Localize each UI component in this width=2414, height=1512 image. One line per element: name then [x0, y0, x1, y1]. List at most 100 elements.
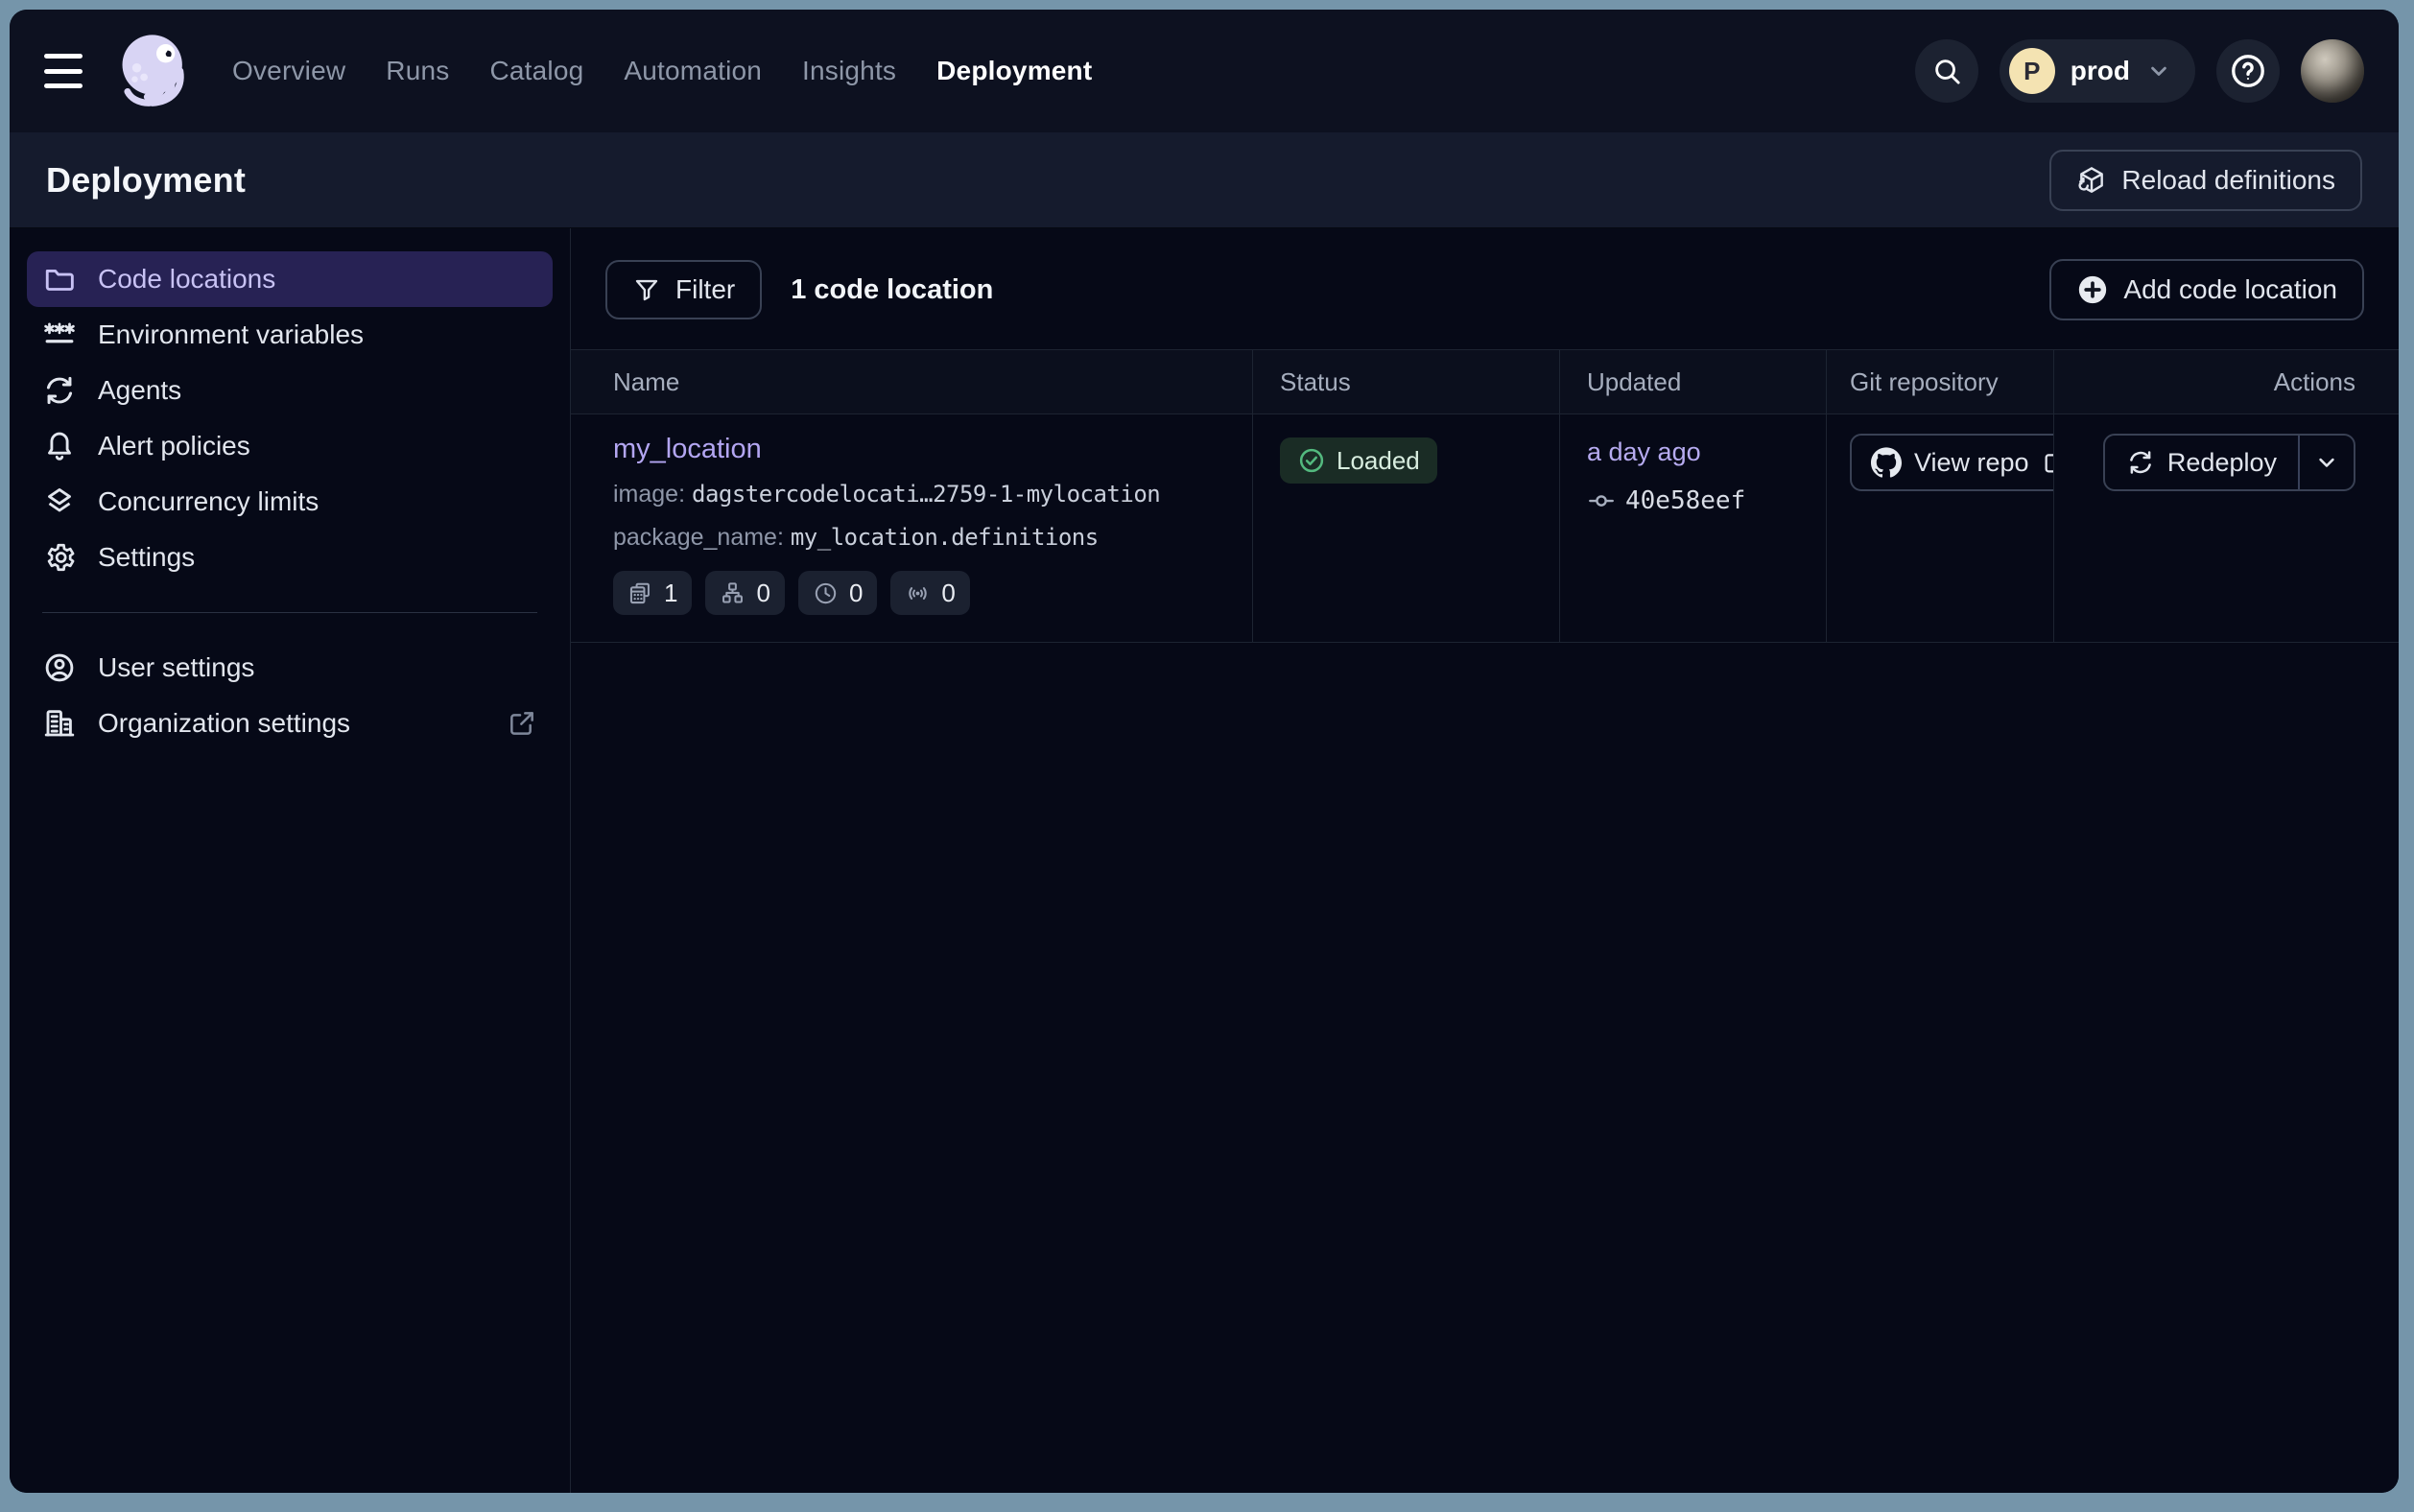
sidebar-item-user-settings[interactable]: User settings	[27, 640, 553, 696]
sensor-icon	[905, 580, 931, 606]
sidebar-item-label: Concurrency limits	[98, 486, 319, 517]
column-header-status: Status	[1253, 350, 1560, 413]
nav-links: Overview Runs Catalog Automation Insight…	[232, 56, 1092, 86]
updated-cell: a day ago 40e58eef	[1560, 414, 1827, 642]
commit-hash: 40e58eef	[1625, 486, 1745, 515]
layers-icon	[42, 484, 77, 519]
reload-definitions-button[interactable]: Reload definitions	[2049, 150, 2362, 211]
nav-item-deployment[interactable]: Deployment	[936, 56, 1092, 86]
code-locations-panel: Filter 1 code location Add code location…	[571, 228, 2399, 1493]
top-nav: Overview Runs Catalog Automation Insight…	[10, 10, 2399, 132]
plus-circle-icon	[2076, 273, 2109, 306]
sidebar-item-label: Agents	[98, 375, 181, 406]
reload-definitions-label: Reload definitions	[2121, 165, 2335, 196]
sidebar-item-code-locations[interactable]: Code locations	[27, 251, 553, 307]
hamburger-menu-icon[interactable]	[44, 54, 83, 88]
view-repo-button[interactable]: View repo	[1850, 434, 2054, 491]
column-header-updated: Updated	[1560, 350, 1827, 413]
sidebar-item-label: User settings	[98, 652, 254, 683]
actions-cell: Redeploy	[2054, 414, 2399, 642]
user-avatar[interactable]	[2301, 39, 2364, 103]
filter-button[interactable]: Filter	[605, 260, 762, 319]
status-badge: Loaded	[1280, 437, 1437, 484]
name-cell: my_location image: dagstercodelocati…275…	[571, 414, 1253, 642]
code-location-count: 1 code location	[791, 274, 993, 306]
nav-item-runs[interactable]: Runs	[386, 56, 449, 86]
job-graph-icon	[720, 580, 746, 606]
page-title: Deployment	[46, 160, 246, 201]
reload-definitions-icon	[2076, 165, 2107, 196]
jobs-count-chip[interactable]: 0	[705, 571, 784, 615]
sidebar-item-label: Settings	[98, 542, 195, 573]
nav-item-catalog[interactable]: Catalog	[489, 56, 583, 86]
nav-item-overview[interactable]: Overview	[232, 56, 345, 86]
filter-button-label: Filter	[675, 274, 735, 305]
add-code-location-label: Add code location	[2123, 274, 2337, 305]
code-location-link[interactable]: my_location	[613, 434, 762, 465]
check-circle-icon	[1297, 446, 1326, 475]
deployment-sidebar: Code locations Environment variables	[10, 228, 571, 1493]
column-header-git-repository: Git repository	[1827, 350, 2054, 413]
git-repository-cell: View repo	[1827, 414, 2054, 642]
sidebar-item-label: Organization settings	[98, 708, 350, 739]
nav-item-automation[interactable]: Automation	[624, 56, 762, 86]
package-meta: package_name: my_location.definitions	[613, 524, 1225, 552]
nav-item-insights[interactable]: Insights	[802, 56, 896, 86]
dagster-octopus-logo[interactable]	[115, 30, 198, 112]
filter-funnel-icon	[632, 275, 661, 304]
redeploy-button[interactable]: Redeploy	[2105, 436, 2298, 489]
refresh-icon	[2126, 448, 2155, 477]
definition-count-chips: 1 0	[613, 571, 1225, 615]
redeploy-more-button[interactable]	[2300, 436, 2354, 489]
table-header: Name Status Updated Git repository Actio…	[571, 349, 2399, 414]
image-meta: image: dagstercodelocati…2759-1-mylocati…	[613, 481, 1225, 508]
github-icon	[1871, 447, 1902, 478]
sidebar-item-alert-policies[interactable]: Alert policies	[27, 418, 553, 474]
sidebar-item-environment-variables[interactable]: Environment variables	[27, 307, 553, 363]
deployment-switcher[interactable]: P prod	[2000, 39, 2195, 103]
gear-icon	[42, 540, 77, 575]
view-repo-label: View repo	[1914, 448, 2029, 478]
jobs-count: 0	[756, 579, 769, 608]
commit-info: 40e58eef	[1587, 486, 1807, 515]
status-label: Loaded	[1337, 446, 1420, 476]
sidebar-item-label: Code locations	[98, 264, 275, 295]
search-icon	[1930, 55, 1963, 87]
assets-count-chip[interactable]: 1	[613, 571, 692, 615]
sensors-count: 0	[941, 579, 955, 608]
app-window: Overview Runs Catalog Automation Insight…	[10, 10, 2399, 1493]
add-code-location-button[interactable]: Add code location	[2049, 259, 2364, 320]
user-circle-icon	[42, 650, 77, 685]
schedules-count: 0	[849, 579, 863, 608]
sensors-count-chip[interactable]: 0	[890, 571, 969, 615]
sidebar-item-label: Environment variables	[98, 319, 364, 350]
help-button[interactable]	[2216, 39, 2280, 103]
schedules-count-chip[interactable]: 0	[798, 571, 877, 615]
commit-icon	[1587, 486, 1616, 515]
chevron-down-icon	[2313, 449, 2340, 476]
page-header: Deployment Reload definitions	[10, 132, 2399, 228]
sidebar-item-settings[interactable]: Settings	[27, 530, 553, 585]
sidebar-item-organization-settings[interactable]: Organization settings	[27, 696, 553, 751]
bell-icon	[42, 429, 77, 463]
clock-icon	[813, 580, 839, 606]
column-header-name: Name	[571, 350, 1253, 413]
search-button[interactable]	[1915, 39, 1978, 103]
folder-icon	[42, 262, 77, 296]
updated-time-link[interactable]: a day ago	[1587, 437, 1701, 467]
redeploy-label: Redeploy	[2167, 448, 2277, 478]
sidebar-divider	[42, 612, 537, 613]
code-location-row: my_location image: dagstercodelocati…275…	[571, 414, 2399, 643]
assets-count: 1	[664, 579, 677, 608]
chevron-down-icon	[2145, 58, 2172, 84]
sidebar-item-agents[interactable]: Agents	[27, 363, 553, 418]
sidebar-item-concurrency-limits[interactable]: Concurrency limits	[27, 474, 553, 530]
sync-icon	[42, 373, 77, 408]
sidebar-item-label: Alert policies	[98, 431, 250, 461]
env-vars-icon	[42, 318, 77, 352]
external-link-icon	[507, 708, 537, 739]
toolbar: Filter 1 code location Add code location	[571, 228, 2399, 349]
building-icon	[42, 706, 77, 741]
question-mark-icon	[2228, 51, 2268, 91]
status-cell: Loaded	[1253, 414, 1560, 642]
